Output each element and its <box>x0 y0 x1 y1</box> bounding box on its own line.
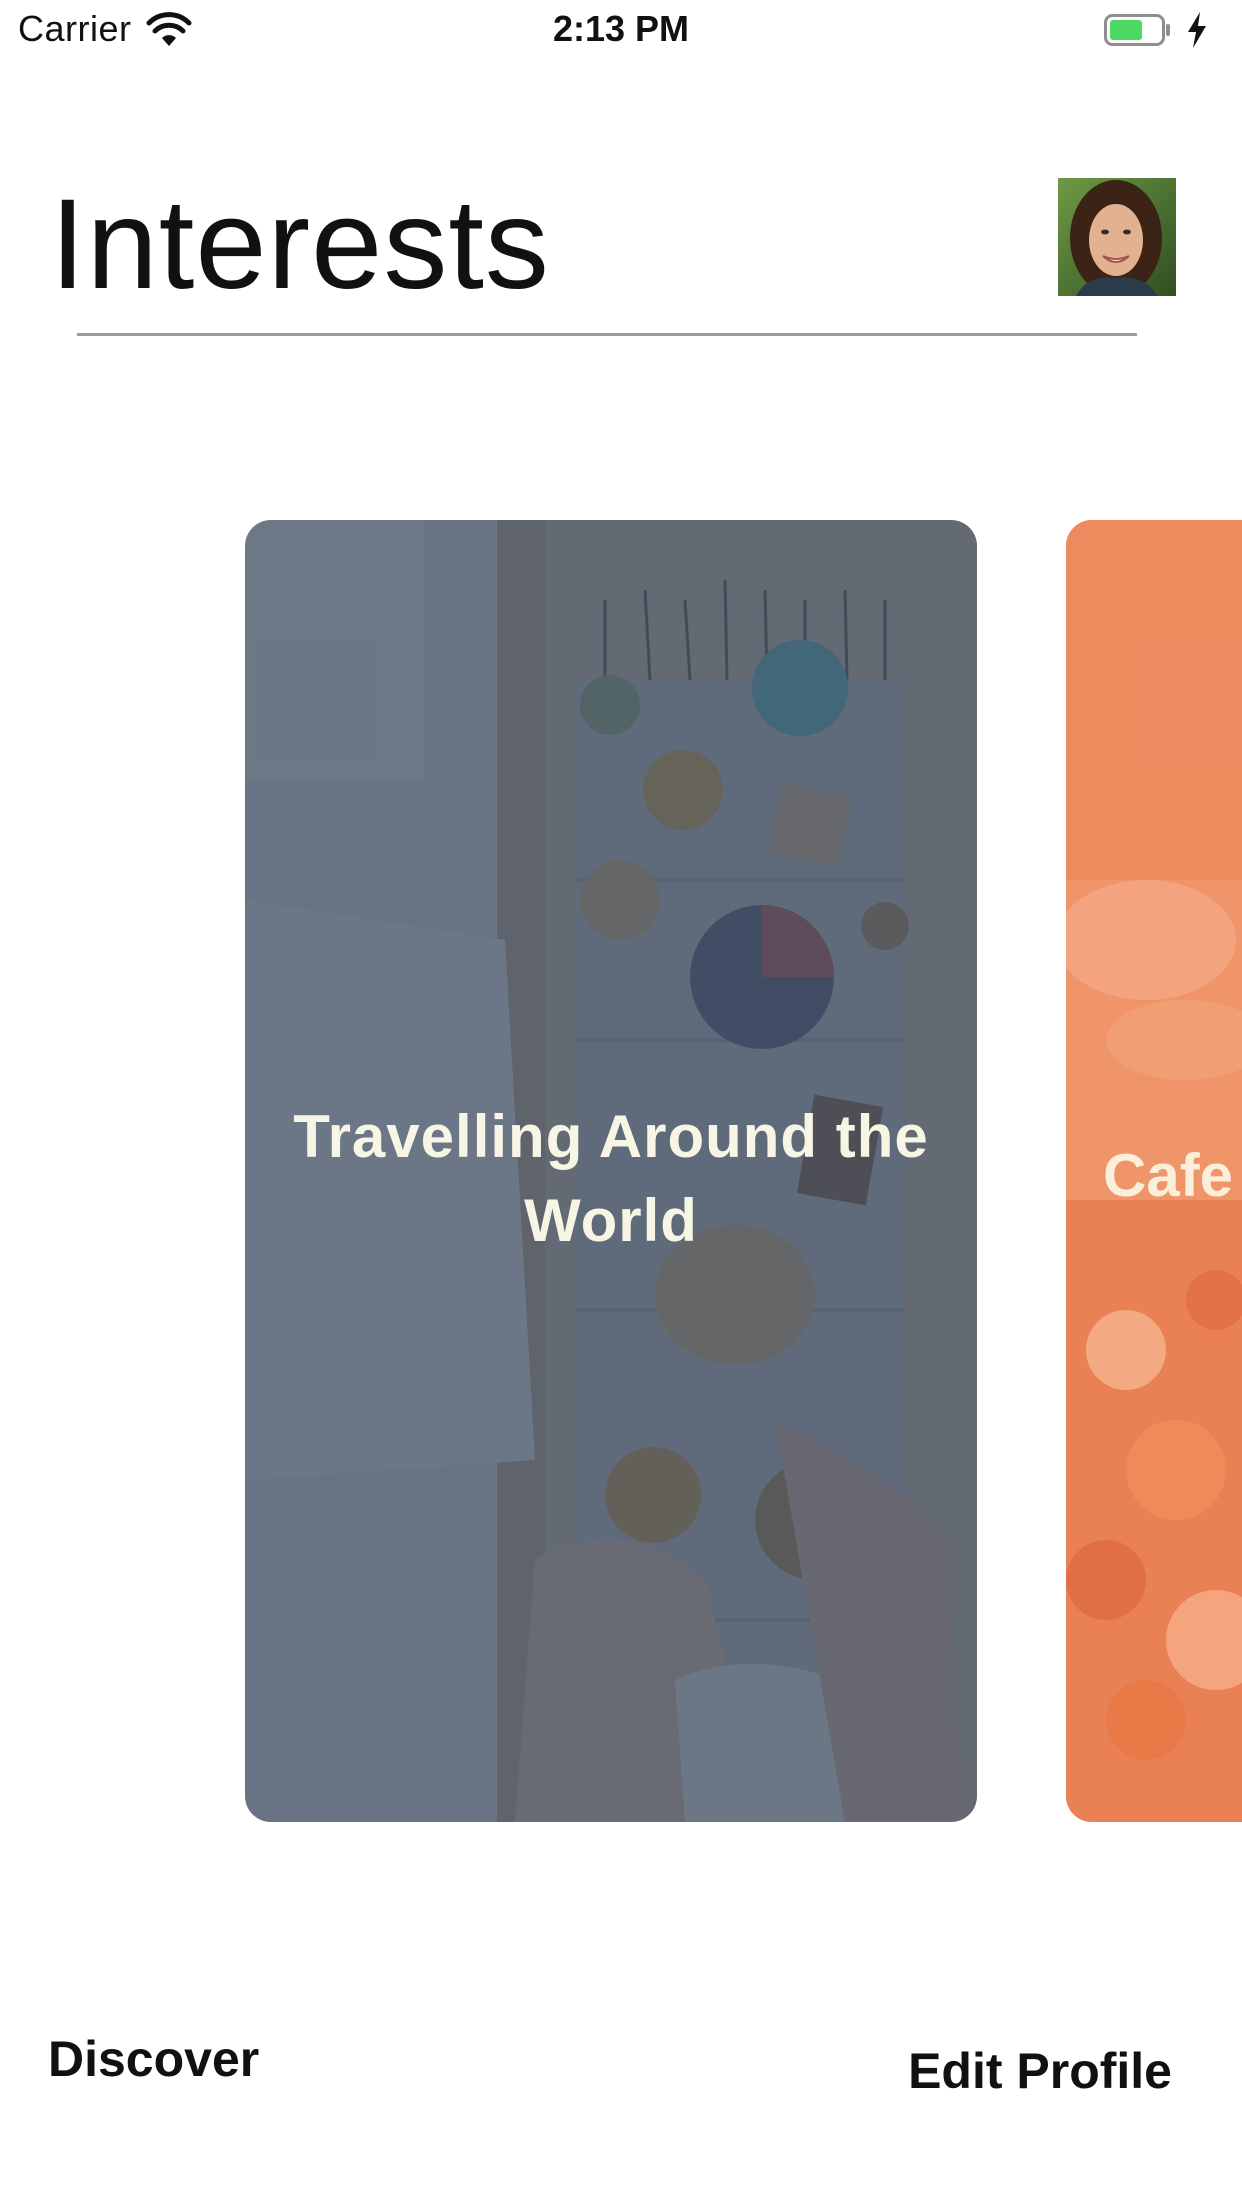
discover-button[interactable]: Discover <box>48 2030 259 2088</box>
charging-bolt-icon <box>1188 12 1206 48</box>
battery-icon <box>1104 14 1170 46</box>
status-time: 2:13 PM <box>552 8 690 49</box>
status-bar: Carrier 2:13 PM <box>0 0 1242 60</box>
avatar[interactable] <box>1058 178 1176 296</box>
profile-photo <box>1058 178 1176 296</box>
header-divider <box>77 333 1137 336</box>
interest-card-travelling[interactable]: Travelling Around the World <box>245 520 977 1822</box>
card-title: Travelling Around the World <box>293 1103 929 1254</box>
interest-card-cafe[interactable]: Cafe <box>1066 520 1242 1822</box>
page-title: Interests <box>50 173 550 316</box>
edit-profile-button[interactable]: Edit Profile <box>908 2042 1172 2100</box>
card-title: Cafe <box>1103 1142 1234 1209</box>
